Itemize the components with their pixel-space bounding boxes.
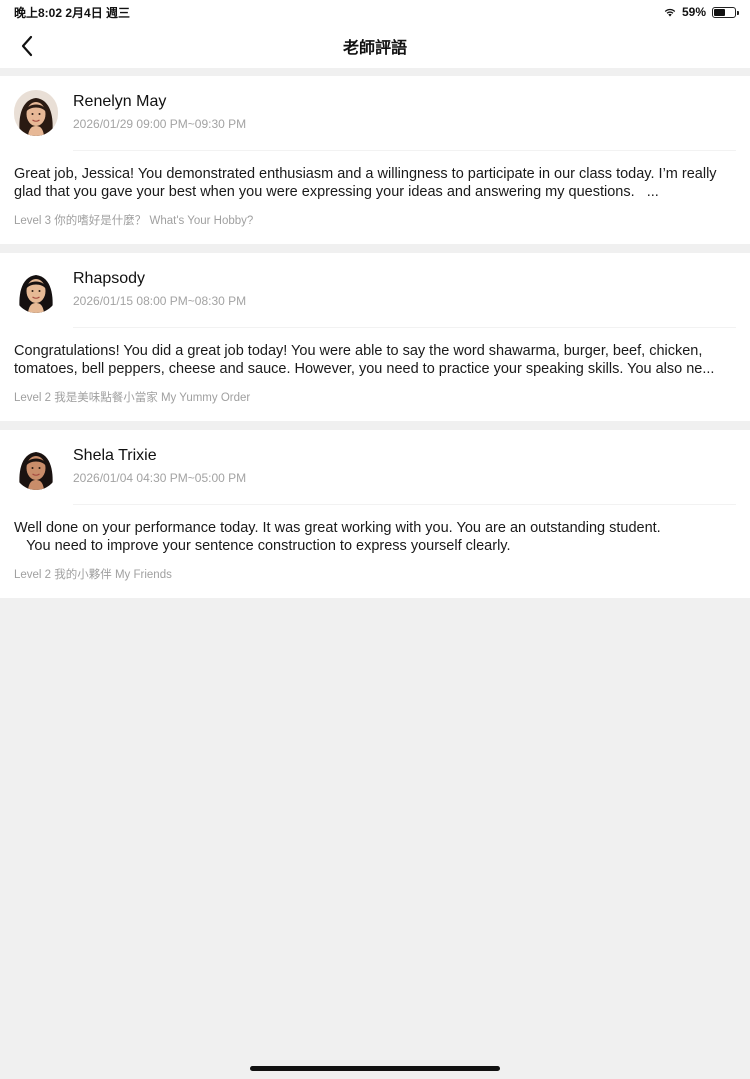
- avatar-portrait-icon: [14, 90, 58, 136]
- status-indicators: 59%: [664, 5, 739, 19]
- review-header: Rhapsody 2026/01/15 08:00 PM~08:30 PM: [0, 253, 750, 328]
- teacher-name: Renelyn May: [73, 93, 167, 110]
- nav-bar: 老師評語: [0, 24, 750, 68]
- course-label: Level 2 我是美味點餐小當家 My Yummy Order: [14, 392, 251, 404]
- review-comment: Congratulations! You did a great job tod…: [14, 343, 715, 377]
- review-header: Renelyn May 2026/01/29 09:00 PM~09:30 PM: [0, 76, 750, 151]
- class-time: 2026/01/15 08:00 PM~08:30 PM: [73, 294, 247, 308]
- home-indicator: [250, 1066, 500, 1071]
- battery-fill: [714, 8, 725, 16]
- status-time-date: 晚上8:02 2月4日 週三: [14, 5, 131, 20]
- avatar-portrait-icon: [14, 444, 58, 490]
- teacher-avatar: [14, 90, 58, 136]
- page-title: 老師評語: [342, 40, 407, 57]
- divider: [73, 150, 736, 151]
- course-label: Level 2 我的小夥伴 My Friends: [14, 569, 172, 581]
- status-bar: 晚上8:02 2月4日 週三 59%: [0, 0, 750, 24]
- review-list: Renelyn May 2026/01/29 09:00 PM~09:30 PM…: [0, 76, 750, 607]
- divider: [73, 327, 736, 328]
- battery-icon: [712, 6, 739, 18]
- teacher-avatar: [14, 444, 58, 490]
- review-header: Shela Trixie 2026/01/04 04:30 PM~05:00 P…: [0, 430, 750, 505]
- avatar-portrait-icon: [14, 267, 58, 313]
- course-label: Level 3 你的嗜好是什麼？ What's Your Hobby?: [14, 215, 254, 227]
- review-comment: Great job, Jessica! You demonstrated ent…: [14, 166, 721, 200]
- review-card[interactable]: Rhapsody 2026/01/15 08:00 PM~08:30 PM Co…: [0, 253, 750, 421]
- review-comment: Well done on your performance today. It …: [14, 520, 661, 554]
- divider: [73, 504, 736, 505]
- class-time: 2026/01/04 04:30 PM~05:00 PM: [73, 471, 247, 485]
- teacher-avatar: [14, 267, 58, 313]
- review-card[interactable]: Renelyn May 2026/01/29 09:00 PM~09:30 PM…: [0, 76, 750, 244]
- battery-percent: 59%: [681, 5, 706, 19]
- wifi-icon: [664, 8, 676, 17]
- class-time: 2026/01/29 09:00 PM~09:30 PM: [73, 117, 247, 131]
- teacher-name: Shela Trixie: [73, 447, 157, 464]
- review-card[interactable]: Shela Trixie 2026/01/04 04:30 PM~05:00 P…: [0, 430, 750, 598]
- teacher-name: Rhapsody: [73, 270, 146, 287]
